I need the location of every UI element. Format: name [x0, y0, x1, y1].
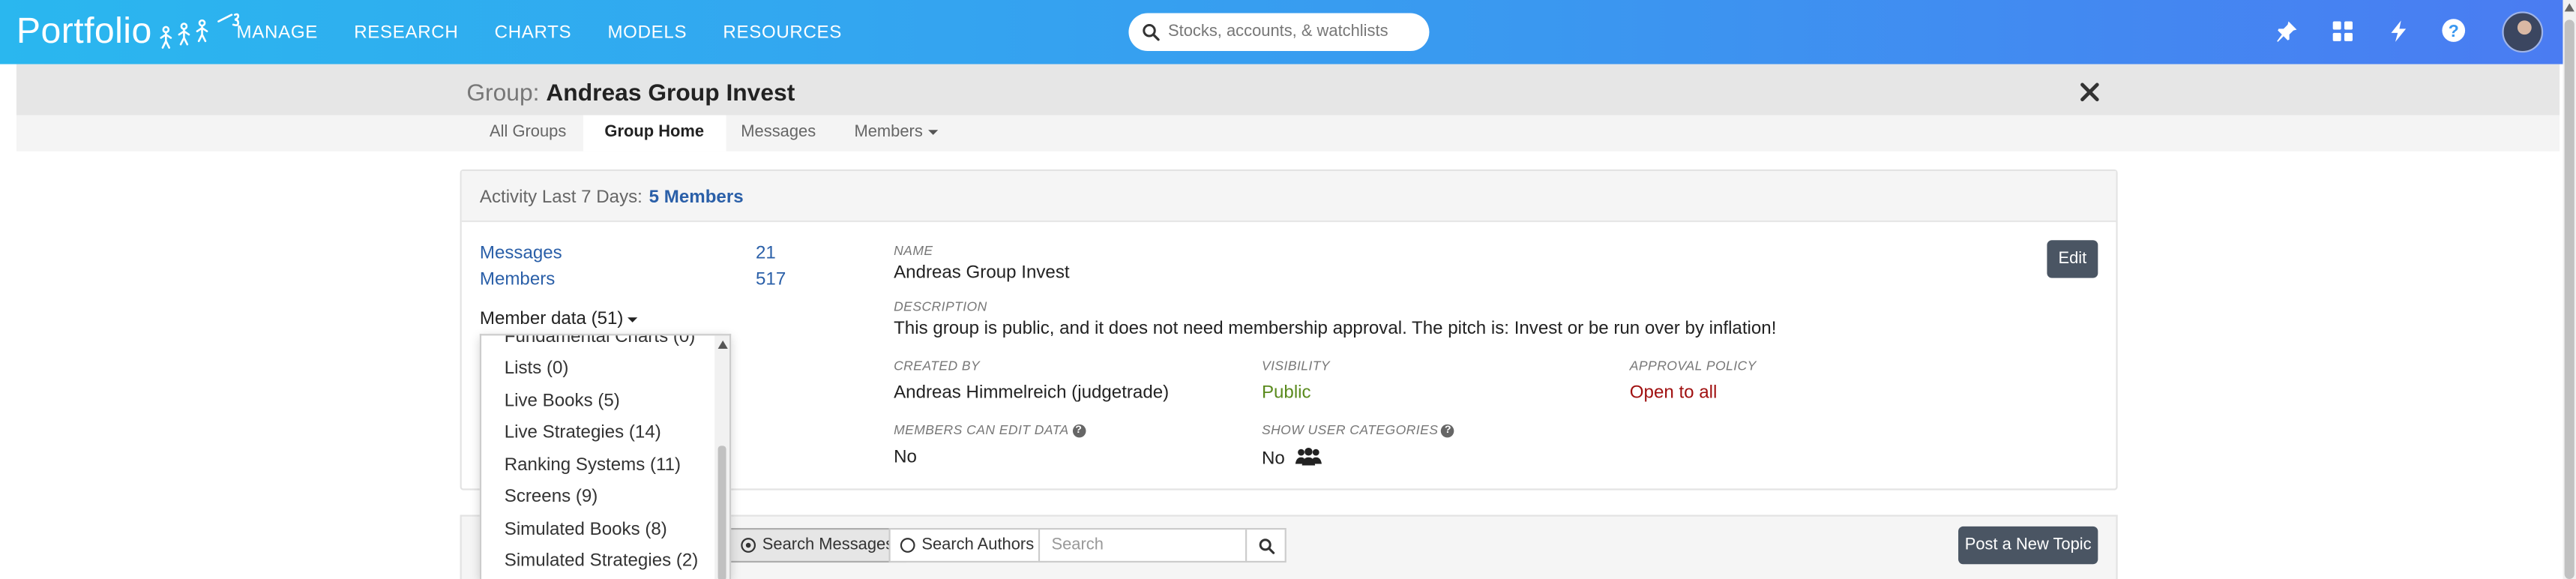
main-menu: MANAGE RESEARCH CHARTS MODELS RESOURCES	[237, 0, 879, 64]
search-icon	[1258, 538, 1275, 554]
group-header: Group: Andreas Group Invest	[16, 64, 2560, 116]
user-avatar[interactable]	[2502, 11, 2544, 53]
dropdown-scrollbar[interactable]	[714, 335, 729, 579]
stat-members-value: 517	[756, 269, 786, 290]
description-value: This group is public, and it does not ne…	[894, 319, 1777, 339]
help-icon[interactable]: ?	[2441, 18, 2466, 43]
activity-header: Activity Last 7 Days: 5 Members	[461, 171, 2116, 223]
logo-figures-icon	[159, 13, 238, 49]
visibility-value: Public	[1261, 383, 1311, 404]
message-search-button[interactable]	[1245, 528, 1287, 563]
edit-button[interactable]: Edit	[2047, 240, 2098, 278]
scroll-up-arrow-icon[interactable]	[717, 340, 728, 349]
dropdown-item-ranking-systems[interactable]: Ranking Systems (11)	[505, 456, 681, 476]
group-title-name: Andreas Group Invest	[546, 80, 795, 107]
description-label: DESCRIPTION	[894, 299, 987, 314]
question-circle-icon[interactable]: ?	[1441, 424, 1455, 438]
search-authors-radio[interactable]: Search Authors	[888, 528, 1047, 563]
scrollbar-thumb[interactable]	[2564, 20, 2575, 579]
member-data-dropdown: Fundamental Charts (0) Lists (0) Live Bo…	[479, 334, 732, 579]
dropdown-item-simulated-books[interactable]: Simulated Books (8)	[505, 520, 667, 539]
page-scrollbar[interactable]	[2563, 0, 2576, 579]
edit-data-field: MEMBERS CAN EDIT DATA?	[894, 422, 1086, 438]
chevron-down-icon	[628, 316, 639, 322]
nav-models[interactable]: MODELS	[607, 22, 687, 42]
tab-members[interactable]: Members	[854, 116, 938, 152]
user-categories-field: SHOW USER CATEGORIES?	[1261, 422, 1455, 438]
radio-unchecked-icon	[900, 538, 915, 553]
user-categories-label: SHOW USER CATEGORIES	[1261, 422, 1439, 438]
stat-messages-value: 21	[756, 243, 776, 263]
grid-icon[interactable]	[2331, 20, 2354, 43]
search-messages-label: Search Messages	[762, 536, 894, 555]
user-categories-value: No	[1261, 447, 1322, 470]
lightning-icon[interactable]	[2387, 20, 2410, 43]
user-categories-text: No	[1261, 448, 1285, 470]
search-icon	[1143, 24, 1160, 41]
global-search-input[interactable]	[1168, 22, 1415, 41]
svg-text:?: ?	[2449, 21, 2459, 40]
tab-group-home[interactable]: Group Home	[583, 115, 726, 152]
radio-checked-icon	[741, 538, 756, 553]
brand-logo[interactable]: Portfolio	[16, 10, 247, 54]
name-value: Andreas Group Invest	[894, 262, 1070, 284]
activity-value[interactable]: 5 Members	[649, 188, 744, 207]
top-navbar: Portfolio MANAGE RESEARCH CHARTS MODELS …	[0, 0, 2563, 64]
approval-policy-label: APPROVAL POLICY	[1629, 358, 1757, 374]
users-icon	[1295, 447, 1322, 466]
visibility-label: VISIBILITY	[1261, 358, 1331, 374]
dropdown-item-screens[interactable]: Screens (9)	[505, 487, 598, 506]
dropdown-item-simulated-strategies[interactable]: Simulated Strategies (2)	[505, 551, 699, 571]
pin-icon[interactable]	[2275, 20, 2299, 43]
group-title-prefix: Group:	[466, 80, 540, 107]
tab-messages[interactable]: Messages	[741, 116, 816, 152]
dropdown-item-fundamental-charts[interactable]: Fundamental Charts (0)	[505, 335, 696, 346]
approval-policy-value: Open to all	[1629, 383, 1718, 404]
message-search-input[interactable]	[1038, 528, 1248, 563]
dropdown-item-lists[interactable]: Lists (0)	[505, 358, 569, 378]
chevron-down-icon	[927, 129, 938, 135]
dropdown-item-live-strategies[interactable]: Live Strategies (14)	[505, 423, 661, 442]
stat-messages-label[interactable]: Messages	[480, 244, 562, 263]
scroll-up-arrow-icon[interactable]	[2564, 3, 2575, 12]
activity-summary: Activity Last 7 Days: 5 Members	[480, 188, 744, 207]
dropdown-item-live-books[interactable]: Live Books (5)	[505, 392, 620, 411]
stat-members-label[interactable]: Members	[480, 270, 555, 290]
page-title: Group: Andreas Group Invest	[466, 80, 795, 106]
member-data-label: Member data (51)	[479, 309, 624, 329]
page: Portfolio MANAGE RESEARCH CHARTS MODELS …	[0, 0, 2576, 579]
name-label: NAME	[894, 243, 933, 259]
question-circle-icon[interactable]: ?	[1072, 424, 1086, 438]
nav-research[interactable]: RESEARCH	[354, 22, 458, 42]
global-search	[1128, 13, 1430, 51]
nav-charts[interactable]: CHARTS	[495, 22, 572, 42]
search-authors-label: Search Authors	[921, 536, 1035, 555]
close-icon[interactable]	[2080, 82, 2099, 102]
created-by-value: Andreas Himmelreich (judgetrade)	[894, 383, 1170, 404]
search-messages-radio[interactable]: Search Messages	[729, 528, 907, 563]
created-by-label: CREATED BY	[894, 358, 981, 374]
group-tabs: All Groups Group Home Messages Members	[16, 115, 2560, 152]
nav-resources[interactable]: RESOURCES	[723, 22, 842, 42]
tab-members-label: Members	[854, 123, 923, 142]
activity-label: Activity Last 7 Days:	[479, 188, 643, 208]
tab-all-groups[interactable]: All Groups	[490, 116, 566, 152]
brand-name: Portfolio	[16, 10, 152, 51]
dropdown-scrollbar-thumb[interactable]	[717, 446, 726, 579]
nav-manage[interactable]: MANAGE	[237, 22, 318, 42]
post-new-topic-button[interactable]: Post a New Topic	[1958, 526, 2098, 565]
member-data-toggle[interactable]: Member data (51)	[479, 309, 639, 329]
edit-data-label: MEMBERS CAN EDIT DATA	[894, 422, 1069, 438]
edit-data-value: No	[894, 447, 917, 467]
